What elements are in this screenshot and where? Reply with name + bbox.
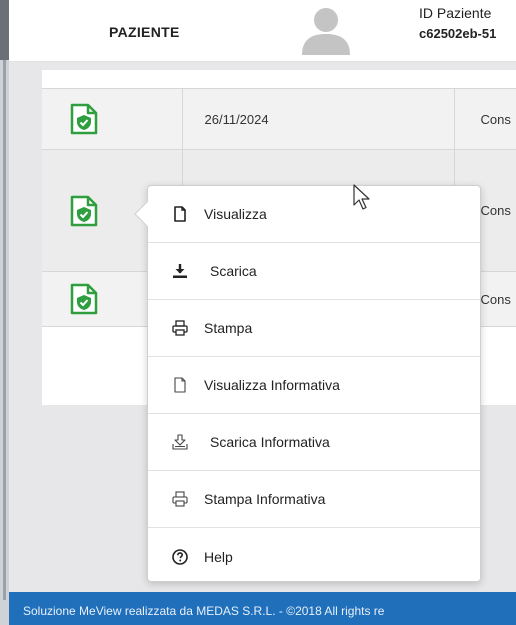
app-page: PAZIENTE ID Paziente c62502eb-51 26/11/2…	[0, 0, 516, 625]
left-strip-top	[0, 0, 9, 60]
doc-icon-cell[interactable]	[42, 88, 183, 150]
menu-item-help[interactable]: Help	[148, 528, 480, 585]
menu-item-label: Visualizza Informativa	[204, 377, 340, 393]
download-icon	[172, 434, 188, 450]
menu-item-visualizza-informativa[interactable]: Visualizza Informativa	[148, 357, 480, 414]
menu-item-scarica-informativa[interactable]: Scarica Informativa	[148, 414, 480, 471]
file-icon	[172, 377, 188, 393]
help-icon	[172, 548, 188, 565]
mouse-pointer-icon	[353, 184, 370, 210]
menu-item-label: Help	[204, 548, 233, 565]
doc-type: Cons	[454, 88, 516, 150]
footer: Soluzione MeView realizzata da MEDAS S.R…	[9, 592, 516, 625]
patient-header: PAZIENTE ID Paziente c62502eb-51	[9, 0, 516, 62]
menu-item-label: Stampa	[204, 320, 253, 336]
patient-id-value: c62502eb-51	[419, 26, 497, 41]
table-row[interactable]: 26/11/2024 Cons	[42, 88, 516, 150]
menu-item-label: Visualizza	[204, 206, 267, 222]
file-icon	[172, 206, 188, 222]
document-shield-icon[interactable]	[69, 283, 99, 315]
footer-text: Soluzione MeView realizzata da MEDAS S.R…	[23, 604, 385, 618]
menu-item-label: Stampa Informativa	[204, 491, 326, 507]
menu-item-stampa[interactable]: Stampa	[148, 300, 480, 357]
patient-id-label: ID Paziente	[419, 5, 492, 21]
avatar-icon	[302, 8, 350, 55]
header-title: PAZIENTE	[109, 24, 180, 40]
doc-date: 26/11/2024	[182, 88, 455, 150]
menu-item-label: Scarica Informativa	[210, 434, 330, 450]
document-shield-icon[interactable]	[69, 195, 99, 227]
menu-item-visualizza[interactable]: Visualizza	[148, 186, 480, 243]
print-icon	[172, 491, 188, 507]
document-context-menu: Visualizza Scarica Stampa Visualizza Inf…	[134, 185, 481, 585]
menu-item-label: Scarica	[210, 263, 257, 279]
menu-item-scarica[interactable]: Scarica	[148, 243, 480, 300]
document-shield-icon[interactable]	[69, 103, 99, 135]
download-icon	[172, 263, 188, 279]
left-strip-scroll-line	[3, 60, 6, 600]
print-icon	[172, 320, 188, 336]
menu-item-stampa-informativa[interactable]: Stampa Informativa	[148, 471, 480, 528]
left-scroll-strip[interactable]	[0, 0, 9, 625]
